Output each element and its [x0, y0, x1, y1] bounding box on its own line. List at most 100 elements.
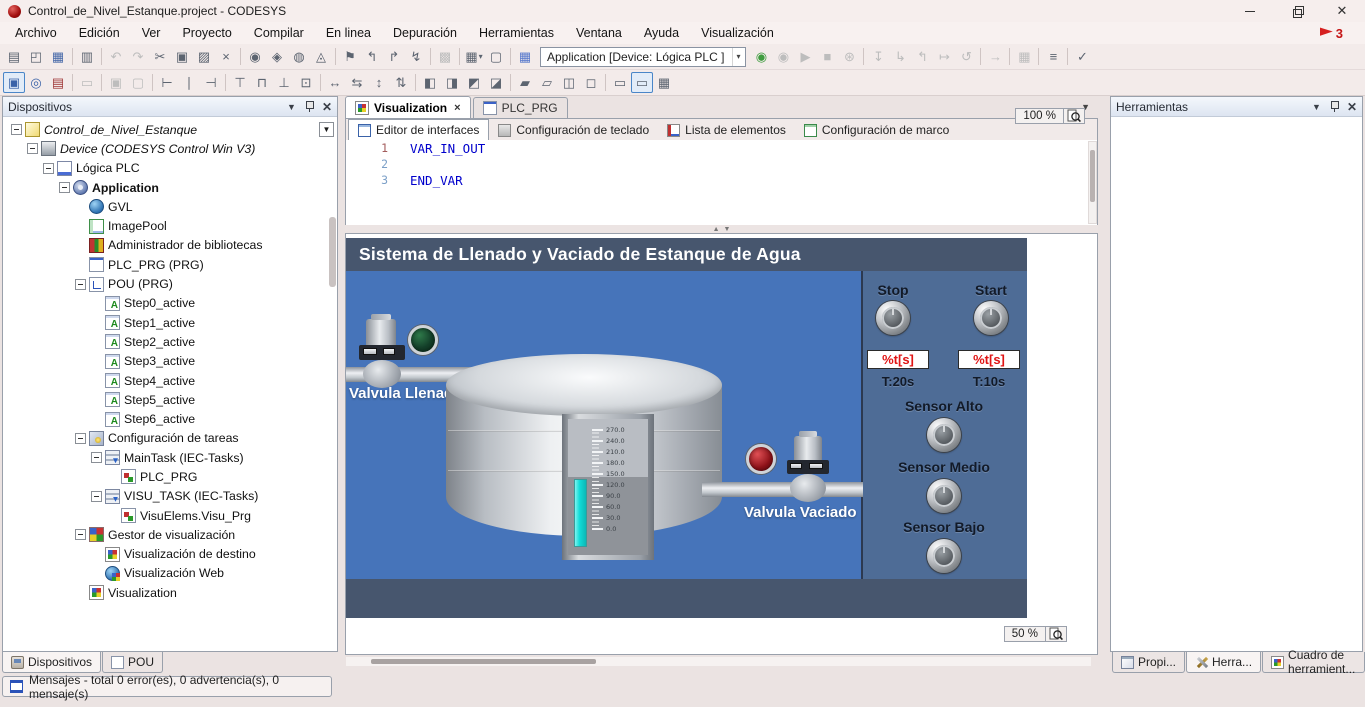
tab-plc-prg[interactable]: PLC_PRG — [473, 97, 568, 118]
find-in-project-icon[interactable]: ◍ — [288, 46, 310, 67]
make-same-size-icon[interactable]: ◩ — [463, 72, 485, 93]
make-same-width-icon[interactable]: ◧ — [419, 72, 441, 93]
active-application-combo[interactable]: Application [Device: Lógica PLC ] ▾ — [540, 47, 746, 67]
visu-zoom-control[interactable]: 50 % — [1004, 626, 1067, 642]
splitter-down-icon[interactable]: ▼ — [724, 226, 731, 233]
panel-close-icon[interactable]: ✕ — [322, 100, 332, 114]
editor-splitter[interactable]: ▲ ▼ — [345, 225, 1098, 233]
collapse-icon[interactable] — [91, 452, 102, 463]
paste-icon[interactable]: ▨ — [193, 46, 215, 67]
size-to-grid-icon[interactable]: ◪ — [485, 72, 507, 93]
align-bottom-icon[interactable]: ⊥ — [273, 72, 295, 93]
cut-icon[interactable]: ✂ — [149, 46, 171, 67]
clear-bookmarks-icon[interactable]: ↯ — [405, 46, 427, 67]
sensor-low-button[interactable] — [927, 539, 961, 573]
tree-item-visuelems-visu-prg[interactable]: VisuElems.Visu_Prg — [3, 506, 337, 525]
tree-item-imagepool[interactable]: ImagePool — [3, 216, 337, 235]
collapse-icon[interactable] — [27, 143, 38, 154]
build-icon[interactable]: ✓ — [1071, 46, 1093, 67]
tree-item-step2-active[interactable]: Step2_active — [3, 332, 337, 351]
notification-area[interactable]: 3 — [1320, 26, 1343, 41]
tree-item-application[interactable]: Application — [3, 178, 337, 197]
sensor-mid-button[interactable] — [927, 479, 961, 513]
background-frame-icon[interactable]: ▭ — [631, 72, 653, 93]
distribute-horizontal-icon[interactable]: ↔ — [324, 72, 346, 93]
new-page-icon[interactable]: ▢ — [485, 46, 507, 67]
subtab-frame-config[interactable]: Configuración de marco — [795, 120, 958, 140]
tree-item-step0-active[interactable]: Step0_active — [3, 294, 337, 313]
bookmark-icon[interactable]: ⚑ — [339, 46, 361, 67]
menu-herramientas[interactable]: Herramientas — [468, 23, 565, 43]
tree-dropdown-icon[interactable]: ▼ — [319, 122, 334, 137]
send-to-back-icon[interactable]: ▱ — [536, 72, 558, 93]
panel-menu-icon[interactable]: ▼ — [287, 102, 296, 112]
distribute-vertical-icon[interactable]: ↕ — [368, 72, 390, 93]
visu-zoom-value[interactable]: 50 % — [1004, 626, 1046, 642]
menu-compilar[interactable]: Compilar — [243, 23, 315, 43]
tab-devices[interactable]: Dispositivos — [2, 652, 101, 673]
align-to-grid-icon[interactable]: ⊡ — [295, 72, 317, 93]
align-top-icon[interactable]: ⊤ — [229, 72, 251, 93]
tree-item-plc-prg[interactable]: PLC_PRG — [3, 467, 337, 486]
collapse-icon[interactable] — [91, 491, 102, 502]
print-icon[interactable]: ▥ — [76, 46, 98, 67]
tree-item-step6-active[interactable]: Step6_active — [3, 409, 337, 428]
menu-proyecto[interactable]: Proyecto — [171, 23, 242, 43]
tab-visualization[interactable]: Visualization × — [345, 96, 471, 118]
tree-item-visu-task-iec-tasks-[interactable]: VISU_TASK (IEC-Tasks) — [3, 487, 337, 506]
interface-editor-mode-icon[interactable]: ▣ — [3, 72, 25, 93]
pin-icon[interactable] — [1330, 101, 1338, 112]
tree-item-step3-active[interactable]: Step3_active — [3, 352, 337, 371]
increase-h-spacing-icon[interactable]: ⇆ — [346, 72, 368, 93]
frame-selection-icon[interactable]: ▦ — [653, 72, 675, 93]
subtab-interface-editor[interactable]: Editor de interfaces — [348, 119, 489, 140]
tree-item-control-de-nivel-estanque[interactable]: Control_de_Nivel_Estanque — [3, 120, 337, 139]
increase-v-spacing-icon[interactable]: ⇅ — [390, 72, 412, 93]
tree-item-pou-prg-[interactable]: POU (PRG) — [3, 274, 337, 293]
tree-item-device-codesys-control-win-v3-[interactable]: Device (CODESYS Control Win V3) — [3, 139, 337, 158]
collapse-icon[interactable] — [75, 433, 86, 444]
login-icon[interactable]: ◉ — [750, 46, 772, 67]
send-backward-icon[interactable]: ◻ — [580, 72, 602, 93]
align-middle-icon[interactable]: ⊓ — [251, 72, 273, 93]
panel-menu-icon[interactable]: ▼ — [1312, 102, 1321, 112]
zoom-tool-icon[interactable]: ◎ — [25, 72, 47, 93]
menu-ayuda[interactable]: Ayuda — [633, 23, 690, 43]
tree-item-step5-active[interactable]: Step5_active — [3, 390, 337, 409]
new-project-icon[interactable]: ▤ — [3, 46, 25, 67]
subtab-element-list[interactable]: Lista de elementos — [658, 120, 795, 140]
element-list-view-icon[interactable]: ▤ — [47, 72, 69, 93]
start-button[interactable] — [974, 301, 1008, 335]
collapse-icon[interactable] — [59, 182, 70, 193]
sensor-high-button[interactable] — [927, 418, 961, 452]
insert-element-icon[interactable]: ▦▾ — [463, 46, 485, 67]
editor-zoom-control[interactable]: 100 % — [1015, 108, 1085, 124]
select-background-icon[interactable]: ▭ — [609, 72, 631, 93]
collapse-icon[interactable] — [75, 529, 86, 540]
minimize-button[interactable] — [1227, 0, 1273, 22]
visu-zoom-magnifier-icon[interactable] — [1046, 626, 1067, 642]
pin-icon[interactable] — [305, 101, 313, 112]
visualization-canvas[interactable]: Sistema de Llenado y Vaciado de Estanque… — [346, 238, 1027, 618]
menu-en-linea[interactable]: En linea — [315, 23, 382, 43]
menu-ventana[interactable]: Ventana — [565, 23, 633, 43]
scrollbar-thumb[interactable] — [371, 659, 596, 664]
panel-close-icon[interactable]: ✕ — [1347, 100, 1357, 114]
restore-button[interactable] — [1273, 0, 1319, 22]
copy-icon[interactable]: ▣ — [171, 46, 193, 67]
tree-item-visualizaci-n-web[interactable]: Visualización Web — [3, 564, 337, 583]
tree-item-visualizaci-n-de-destino[interactable]: Visualización de destino — [3, 545, 337, 564]
tab-tools[interactable]: Herra... — [1186, 652, 1261, 673]
previous-bookmark-icon[interactable]: ↰ — [361, 46, 383, 67]
interface-code-editor[interactable]: 1VAR_IN_OUT 2 3END_VAR — [345, 140, 1098, 225]
messages-bar[interactable]: Mensajes - total 0 error(es), 0 adverten… — [2, 676, 332, 697]
editor-vertical-scrollbar[interactable] — [1088, 141, 1097, 224]
grid-settings-icon[interactable]: ▦ — [514, 46, 536, 67]
tree-item-administrador-de-bibliotecas[interactable]: Administrador de bibliotecas — [3, 236, 337, 255]
align-right-icon[interactable]: ⊣ — [200, 72, 222, 93]
close-button[interactable]: ✕ — [1319, 0, 1365, 22]
watch-list-icon[interactable]: ≡ — [1042, 46, 1064, 67]
replace-in-project-icon[interactable]: ◬ — [310, 46, 332, 67]
collapse-icon[interactable] — [11, 124, 22, 135]
tree-item-gestor-de-visualizaci-n[interactable]: Gestor de visualización — [3, 525, 337, 544]
